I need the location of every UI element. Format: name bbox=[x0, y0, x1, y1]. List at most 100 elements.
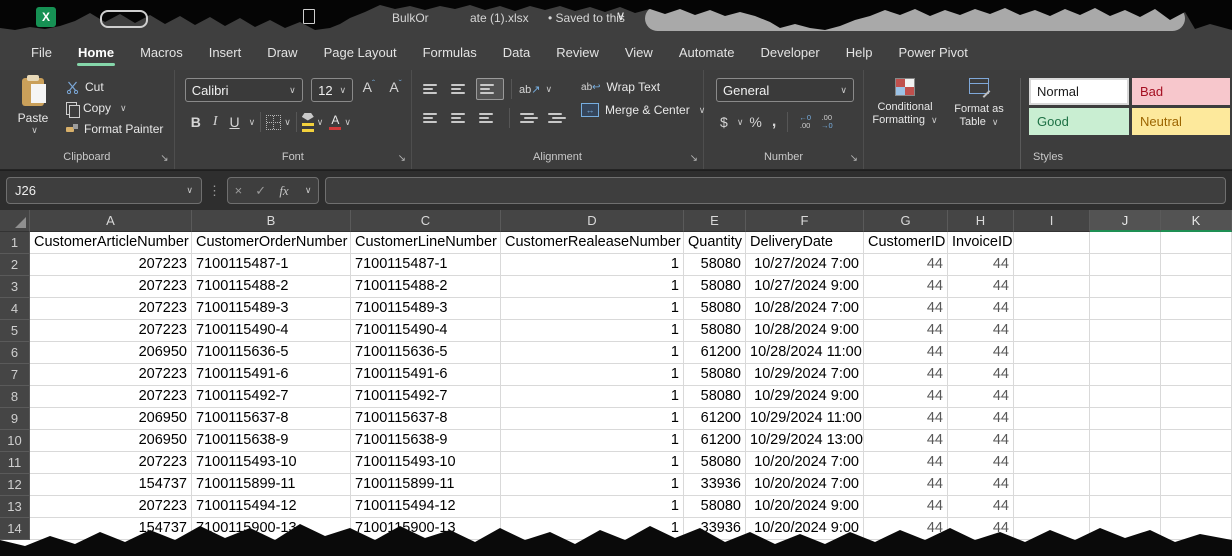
tab-page-layout[interactable]: Page Layout bbox=[311, 34, 410, 70]
cell-style-bad[interactable]: Bad bbox=[1132, 78, 1230, 105]
cell-I14[interactable] bbox=[1014, 518, 1090, 540]
cell-D11[interactable]: 1 bbox=[501, 452, 684, 474]
cell-J3[interactable] bbox=[1090, 276, 1161, 298]
column-header-A[interactable]: A bbox=[30, 210, 192, 232]
row-header-4[interactable]: 4 bbox=[0, 298, 30, 320]
cell-H2[interactable]: 44 bbox=[948, 254, 1014, 276]
format-painter-button[interactable]: Format Painter bbox=[66, 122, 163, 136]
cell-H1[interactable]: InvoiceID bbox=[948, 232, 1014, 254]
cell-G9[interactable]: 44 bbox=[864, 408, 948, 430]
top-align-button[interactable] bbox=[420, 79, 446, 99]
cell-K13[interactable] bbox=[1161, 496, 1232, 518]
name-box-chevron-down-icon[interactable]: ∨ bbox=[186, 185, 193, 196]
cell-J12[interactable] bbox=[1090, 474, 1161, 496]
increase-font-size-button[interactable]: Aˆ bbox=[358, 79, 380, 95]
cell-I8[interactable] bbox=[1014, 386, 1090, 408]
decrease-font-size-button[interactable]: Aˇ bbox=[384, 79, 406, 95]
cell-I5[interactable] bbox=[1014, 320, 1090, 342]
cell-A10[interactable]: 206950 bbox=[30, 430, 192, 452]
cell-J2[interactable] bbox=[1090, 254, 1161, 276]
cell-E4[interactable]: 58080 bbox=[684, 298, 746, 320]
cell-F5[interactable]: 10/28/2024 9:00 bbox=[746, 320, 864, 342]
column-header-I[interactable]: I bbox=[1014, 210, 1090, 232]
cell-K6[interactable] bbox=[1161, 342, 1232, 364]
cell-I12[interactable] bbox=[1014, 474, 1090, 496]
cell-F12[interactable]: 10/20/2024 7:00 bbox=[746, 474, 864, 496]
number-dialog-launcher-icon[interactable]: ↘ bbox=[850, 154, 858, 164]
accounting-chevron-down-icon[interactable]: ∨ bbox=[737, 117, 744, 128]
cell-A4[interactable]: 207223 bbox=[30, 298, 192, 320]
cell-E3[interactable]: 58080 bbox=[684, 276, 746, 298]
comma-style-button[interactable]: , bbox=[768, 113, 780, 131]
cell-K14[interactable] bbox=[1161, 518, 1232, 540]
cell-K2[interactable] bbox=[1161, 254, 1232, 276]
cell-K3[interactable] bbox=[1161, 276, 1232, 298]
cell-H5[interactable]: 44 bbox=[948, 320, 1014, 342]
row-header-1[interactable]: 1 bbox=[0, 232, 30, 254]
cell-B7[interactable]: 7100115491-6 bbox=[192, 364, 351, 386]
tab-power-pivot[interactable]: Power Pivot bbox=[885, 34, 980, 70]
tab-file[interactable]: File bbox=[18, 34, 65, 70]
cell-H4[interactable]: 44 bbox=[948, 298, 1014, 320]
cell-B14[interactable]: 7100115900-13 bbox=[192, 518, 351, 540]
tab-macros[interactable]: Macros bbox=[127, 34, 196, 70]
cell-K11[interactable] bbox=[1161, 452, 1232, 474]
cell-E10[interactable]: 61200 bbox=[684, 430, 746, 452]
cell-J6[interactable] bbox=[1090, 342, 1161, 364]
cell-I2[interactable] bbox=[1014, 254, 1090, 276]
row-header-8[interactable]: 8 bbox=[0, 386, 30, 408]
fill-color-chevron-down-icon[interactable]: ∨ bbox=[317, 117, 324, 128]
tab-insert[interactable]: Insert bbox=[196, 34, 255, 70]
cell-D7[interactable]: 1 bbox=[501, 364, 684, 386]
cell-K7[interactable] bbox=[1161, 364, 1232, 386]
cell-I13[interactable] bbox=[1014, 496, 1090, 518]
cell-A5[interactable]: 207223 bbox=[30, 320, 192, 342]
cell-J7[interactable] bbox=[1090, 364, 1161, 386]
cell-F14[interactable]: 10/20/2024 9:00 bbox=[746, 518, 864, 540]
font-size-combo[interactable]: 12∨ bbox=[311, 78, 353, 102]
row-header-10[interactable]: 10 bbox=[0, 430, 30, 452]
cell-D9[interactable]: 1 bbox=[501, 408, 684, 430]
cell-I3[interactable] bbox=[1014, 276, 1090, 298]
cell-A12[interactable]: 154737 bbox=[30, 474, 192, 496]
middle-align-button[interactable] bbox=[448, 79, 474, 99]
row-header-3[interactable]: 3 bbox=[0, 276, 30, 298]
cell-B6[interactable]: 7100115636-5 bbox=[192, 342, 351, 364]
cell-G8[interactable]: 44 bbox=[864, 386, 948, 408]
cell-G2[interactable]: 44 bbox=[864, 254, 948, 276]
column-header-F[interactable]: F bbox=[746, 210, 864, 232]
cell-I11[interactable] bbox=[1014, 452, 1090, 474]
cell-H13[interactable]: 44 bbox=[948, 496, 1014, 518]
cell-C6[interactable]: 7100115636-5 bbox=[351, 342, 501, 364]
cell-style-normal[interactable]: Normal bbox=[1029, 78, 1129, 105]
cell-F7[interactable]: 10/29/2024 7:00 bbox=[746, 364, 864, 386]
cell-B11[interactable]: 7100115493-10 bbox=[192, 452, 351, 474]
cell-E7[interactable]: 58080 bbox=[684, 364, 746, 386]
cell-K5[interactable] bbox=[1161, 320, 1232, 342]
cell-G13[interactable]: 44 bbox=[864, 496, 948, 518]
column-header-G[interactable]: G bbox=[864, 210, 948, 232]
tab-developer[interactable]: Developer bbox=[747, 34, 832, 70]
conditional-formatting-chevron-down-icon[interactable]: ∨ bbox=[931, 115, 938, 125]
cell-F13[interactable]: 10/20/2024 9:00 bbox=[746, 496, 864, 518]
cell-K9[interactable] bbox=[1161, 408, 1232, 430]
cell-B3[interactable]: 7100115488-2 bbox=[192, 276, 351, 298]
cell-F6[interactable]: 10/28/2024 11:00 bbox=[746, 342, 864, 364]
align-left-button[interactable] bbox=[420, 108, 446, 128]
cell-E13[interactable]: 58080 bbox=[684, 496, 746, 518]
cell-D3[interactable]: 1 bbox=[501, 276, 684, 298]
increase-indent-button[interactable] bbox=[545, 108, 571, 128]
row-header-12[interactable]: 12 bbox=[0, 474, 30, 496]
cell-C11[interactable]: 7100115493-10 bbox=[351, 452, 501, 474]
cell-J4[interactable] bbox=[1090, 298, 1161, 320]
cell-H6[interactable]: 44 bbox=[948, 342, 1014, 364]
cell-I6[interactable] bbox=[1014, 342, 1090, 364]
copy-chevron-down-icon[interactable]: ∨ bbox=[120, 103, 127, 114]
cell-B4[interactable]: 7100115489-3 bbox=[192, 298, 351, 320]
tab-home[interactable]: Home bbox=[65, 34, 127, 70]
cell-E5[interactable]: 58080 bbox=[684, 320, 746, 342]
tab-review[interactable]: Review bbox=[543, 34, 612, 70]
cell-G1[interactable]: CustomerID bbox=[864, 232, 948, 254]
cell-H7[interactable]: 44 bbox=[948, 364, 1014, 386]
name-box[interactable]: J26 ∨ bbox=[6, 177, 202, 204]
